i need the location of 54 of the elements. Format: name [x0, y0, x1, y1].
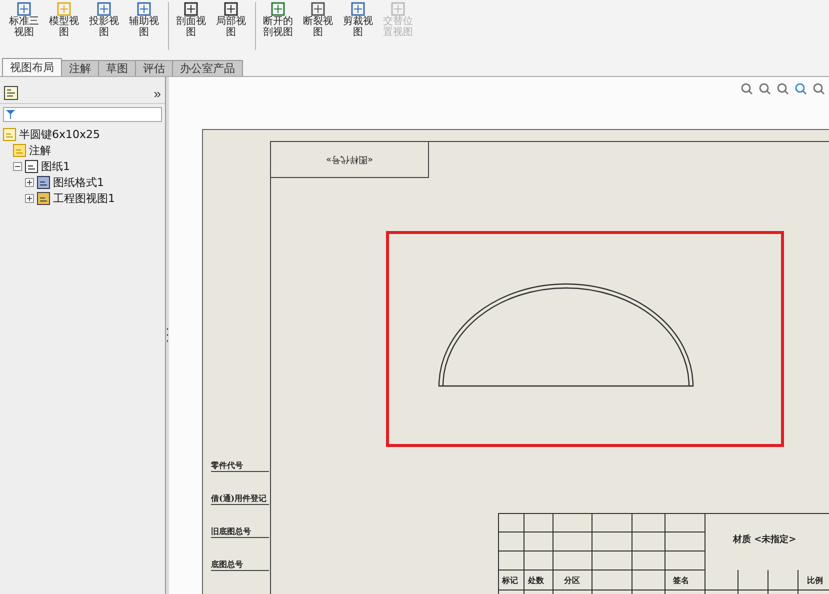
tree-item-label[interactable]: 图纸格式1	[53, 174, 104, 190]
tree-item-label[interactable]: 注解	[29, 142, 51, 158]
standard-view-icon	[17, 2, 31, 16]
collapse-toggle-icon[interactable]	[13, 162, 22, 170]
toolbar-button[interactable]: 局部视 图	[211, 2, 251, 50]
tree-item-label[interactable]: 工程图视图1	[53, 190, 115, 206]
collapse-button[interactable]: »	[154, 86, 161, 100]
sheet-icon	[25, 160, 38, 172]
side-label: 旧底图总号	[211, 526, 269, 538]
expand-toggle-icon[interactable]	[25, 178, 34, 186]
side-label: 零件代号	[211, 460, 269, 472]
crop-view-icon	[351, 2, 365, 16]
filter-icon[interactable]	[6, 110, 15, 119]
material-label: 材质 <未指定>	[733, 533, 796, 546]
projected-view-icon	[97, 2, 111, 16]
tab[interactable]: 视图布局	[2, 58, 62, 76]
alternate-view-icon	[391, 2, 405, 16]
annotation-icon	[13, 144, 26, 156]
toolbar-button[interactable]: 标准三 视图	[4, 2, 44, 50]
detail-view-icon	[224, 2, 238, 16]
auxiliary-view-icon	[137, 2, 151, 16]
tree-item-label[interactable]: 半圆键6x10x25	[19, 126, 100, 142]
filter-field[interactable]	[3, 107, 162, 122]
tree-tab-icon[interactable]	[4, 86, 18, 100]
toolbar-button[interactable]: 剪裁视 图	[338, 2, 378, 50]
model-view-icon	[57, 2, 71, 16]
tab[interactable]: 注解	[61, 60, 99, 76]
toolbar-button[interactable]: 断裂视 图	[298, 2, 338, 50]
toolbar-button[interactable]: 辅助视 图	[124, 2, 164, 50]
broken-view-icon	[271, 2, 285, 16]
format-icon	[37, 176, 50, 188]
zoom-to-fit-icon[interactable]	[740, 82, 753, 94]
tab[interactable]: 草图	[98, 60, 136, 76]
tab[interactable]: 评估	[135, 60, 173, 76]
toolbar-button[interactable]: 断开的 剖视图	[258, 2, 298, 50]
title-block-label: 标记	[502, 575, 518, 586]
toolbar-button[interactable]: 模型视 图	[44, 2, 84, 50]
view-icon	[37, 192, 50, 204]
title-block-label: 处数	[528, 575, 544, 586]
zoom-area-icon[interactable]	[758, 82, 771, 94]
title-block-label: 比例	[807, 575, 823, 586]
part-icon	[3, 128, 16, 140]
side-label: 底图总号	[211, 559, 269, 571]
toolbar-button[interactable]: 投影视 图	[84, 2, 124, 50]
title-block-label: 分区	[564, 575, 580, 586]
toolbar-button[interactable]: 剖面视 图	[171, 2, 211, 50]
title-block-label: 签名	[673, 575, 689, 586]
break-view-icon	[311, 2, 325, 16]
tab[interactable]: 办公室产品	[172, 60, 243, 76]
drawing-code-field: «图样代号»	[270, 141, 429, 178]
section-view-icon	[184, 2, 198, 16]
side-label: 借(通)用件登记	[211, 493, 269, 505]
expand-toggle-icon[interactable]	[25, 194, 34, 202]
tree-item-label[interactable]: 图纸1	[41, 158, 70, 174]
